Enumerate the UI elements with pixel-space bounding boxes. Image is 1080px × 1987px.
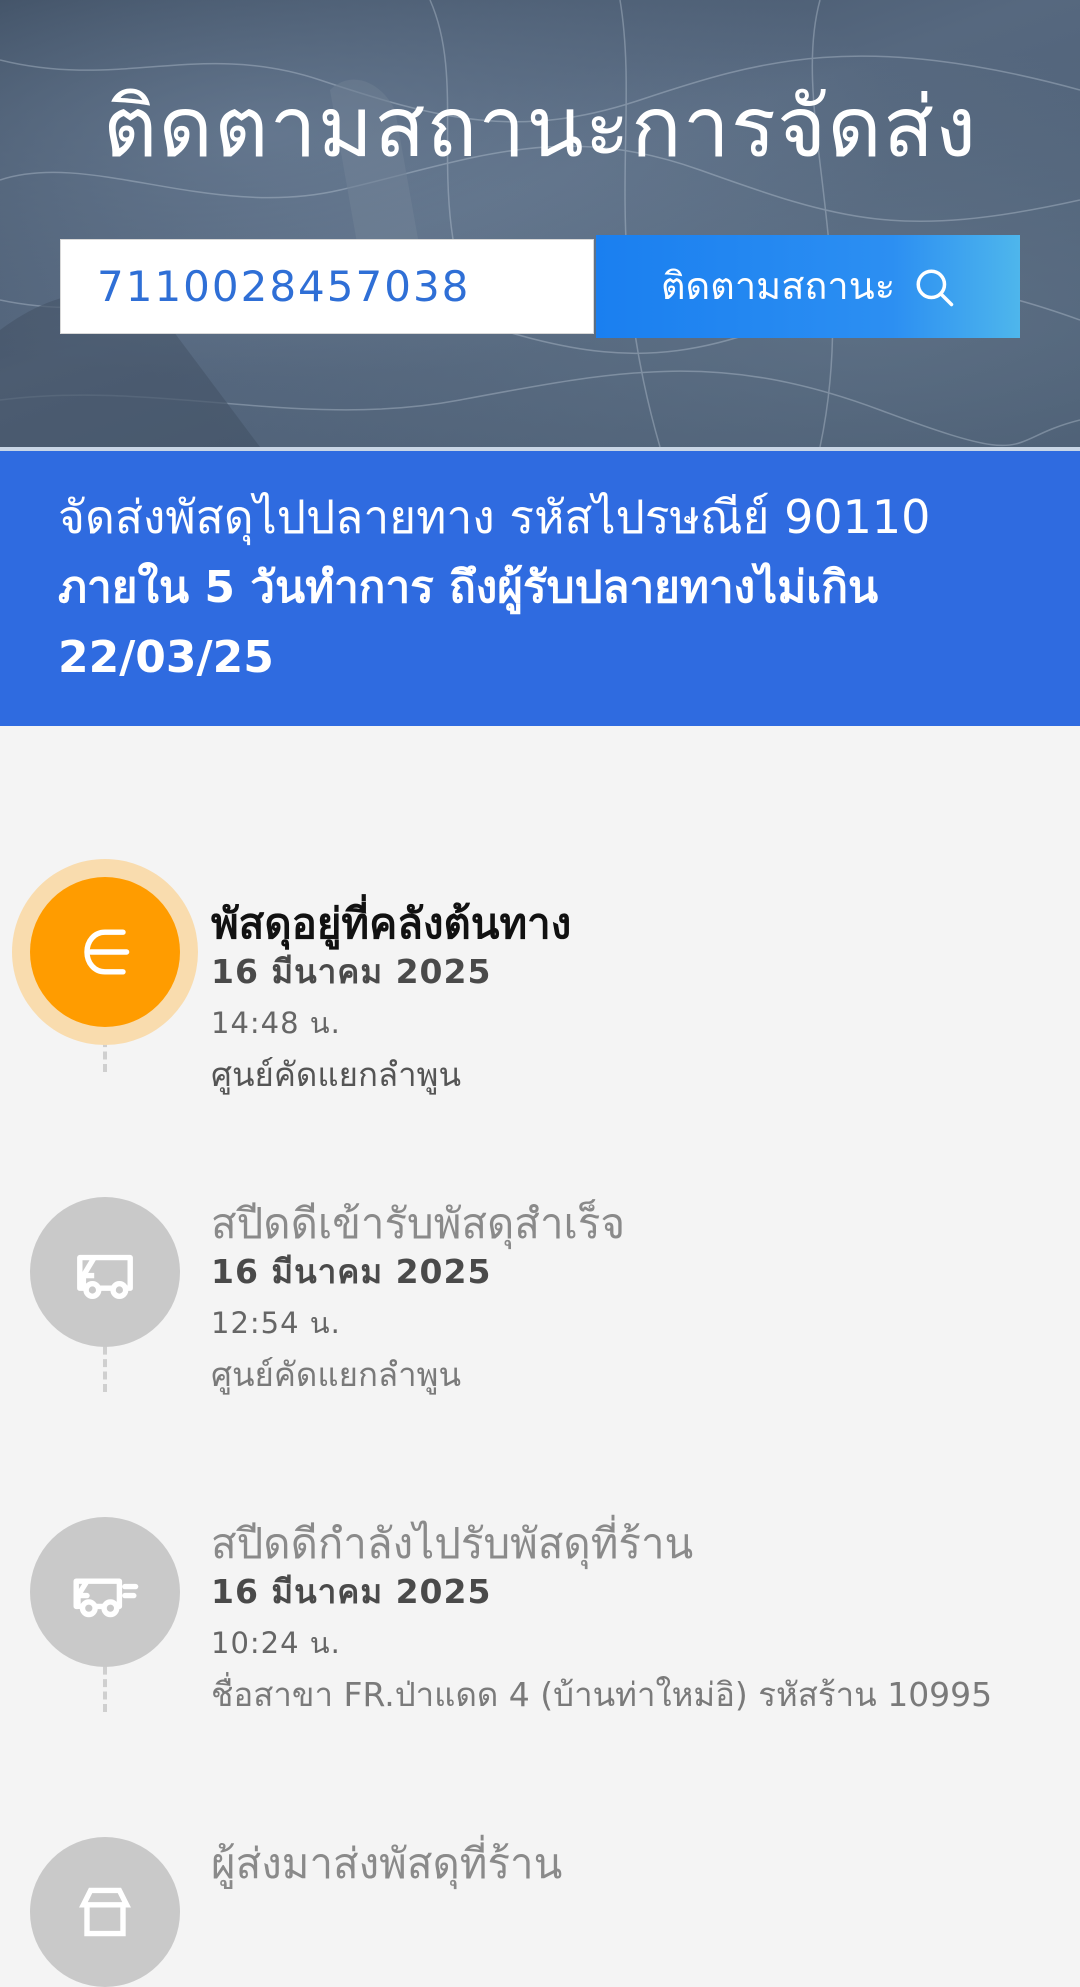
moving-truck-icon [73,1578,139,1618]
timeline-step-active [30,877,180,1027]
timeline-step [30,1197,180,1347]
store-icon [79,1887,131,1937]
track-button-label: ติดตามสถานะ [660,264,896,308]
delivery-deadline-text: ภายใน 5 วันทำการ ถึงผู้รับปลายทางไม่เกิน… [58,562,879,683]
event-title: พัสดุอยู่ที่คลังต้นทาง [211,899,572,948]
tracking-timeline: พัสดุอยู่ที่คลังต้นทาง 16 มีนาคม 2025 14… [0,726,1080,1987]
arrow-left-icon [84,929,130,975]
tracking-number-input[interactable]: 7110028457038 [60,239,594,334]
event-time: 14:48 น. [211,1006,341,1040]
event-time: 10:24 น. [211,1626,341,1660]
event-time: 12:54 น. [211,1306,341,1340]
track-status-button[interactable]: ติดตามสถานะ [596,235,1020,338]
map-background-image [0,0,1080,447]
event-date: 16 มีนาคม 2025 [211,952,492,991]
event-title: สปีดดีกำลังไปรับพัสดุที่ร้าน [211,1519,694,1568]
event-location: ชื่อสาขา FR.ป่าแดด 4 (บ้านท่าใหม่อิ) รหั… [211,1675,993,1714]
event-date: 16 มีนาคม 2025 [211,1572,492,1611]
page-title: ติดตามสถานะการจัดส่ง [102,78,978,176]
event-location: ศูนย์คัดแยกลำพูน [211,1055,461,1094]
search-icon [916,269,954,306]
event-title: ผู้ส่งมาส่งพัสดุที่ร้าน [211,1839,563,1888]
timeline-step [30,1837,180,1987]
truck-icon [77,1254,133,1299]
destination-postcode-text: จัดส่งพัสดุไปปลายทาง รหัสไปรษณีย์ 90110 [58,490,931,544]
hero-header: ติดตามสถานะการจัดส่ง 7110028457038 ติดตา… [0,0,1080,447]
event-title: สปีดดีเข้ารับพัสดุสำเร็จ [211,1199,626,1248]
timeline-step [30,1517,180,1667]
delivery-estimate-banner: จัดส่งพัสดุไปปลายทาง รหัสไปรษณีย์ 90110 … [0,451,1080,726]
event-location: ศูนย์คัดแยกลำพูน [211,1355,461,1394]
event-date: 16 มีนาคม 2025 [211,1252,492,1291]
